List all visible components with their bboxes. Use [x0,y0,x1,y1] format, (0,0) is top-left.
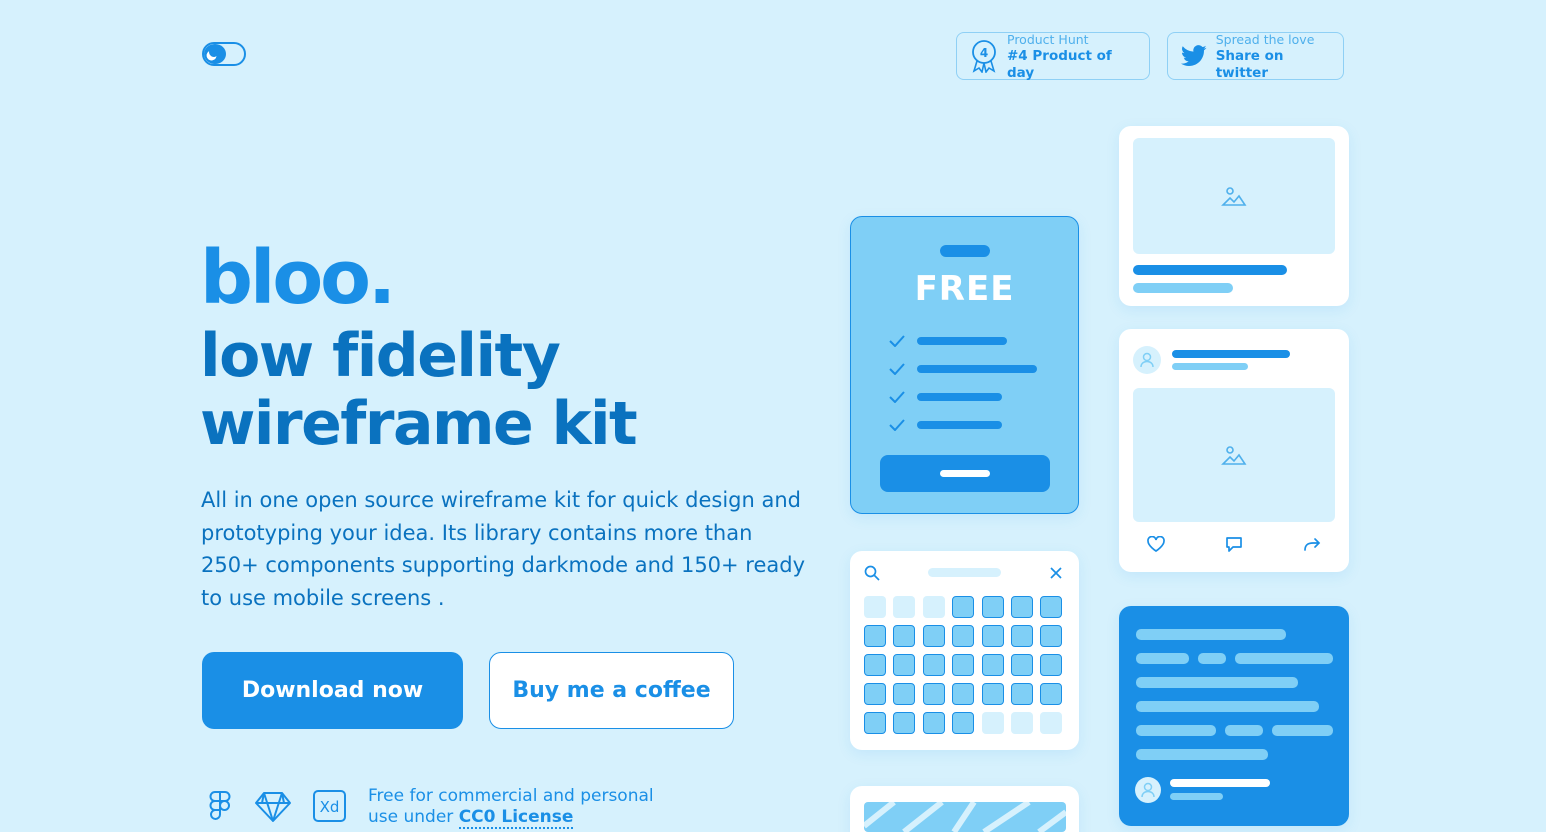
image-placeholder [1133,138,1335,254]
pricing-title: FREE [914,269,1015,309]
image-icon [1221,446,1247,465]
avatar [1135,777,1161,803]
image-card-preview [1119,126,1349,306]
text-card-preview [1119,606,1349,826]
adobe-xd-icon: Xd [312,788,348,824]
pricing-cta-placeholder [880,455,1050,492]
calendar-grid [864,596,1063,734]
brand-logo: bloo. [200,235,396,321]
check-icon [889,363,905,375]
comment-icon [1226,537,1242,552]
license-text: Free for commercial and personal use und… [368,786,654,829]
svg-text:Xd: Xd [320,798,340,816]
figma-icon [202,788,238,824]
sketch-icon [254,788,291,824]
search-icon [864,565,880,581]
check-row [889,360,1037,378]
twitter-label: Spread the love [1215,31,1315,47]
check-row [889,388,1002,406]
svg-text:4: 4 [980,46,988,60]
check-icon [889,335,905,347]
pricing-card-preview: FREE [850,216,1079,514]
user-icon [1141,782,1155,798]
cc0-license-link[interactable]: CC0 License [458,807,574,829]
award-icon: 4 [969,39,999,73]
product-hunt-badge[interactable]: 4 Product Hunt #4 Product of day [956,31,1150,81]
darkmode-toggle[interactable] [202,42,246,66]
map-icon [864,802,1066,832]
hero-description: All in one open source wireframe kit for… [201,488,806,610]
map-preview [850,786,1079,832]
headline-line-1: low fidelity [200,321,561,391]
headline-line-2: wireframe kit [200,389,638,459]
user-icon [1140,352,1154,368]
product-hunt-label: Product Hunt [1007,31,1089,47]
check-row [889,416,1002,434]
check-icon [889,419,905,431]
image-placeholder [1133,388,1335,522]
calendar-preview [850,551,1079,750]
social-post-preview [1119,329,1349,572]
avatar [1133,346,1161,374]
share-twitter-button[interactable]: Spread the love Share on twitter [1167,31,1344,81]
heart-icon [1147,536,1165,552]
buy-coffee-button[interactable]: Buy me a coffee [489,652,734,729]
twitter-icon [1180,39,1208,73]
moon-icon [208,46,220,58]
product-hunt-title: #4 Product of day [1007,47,1112,81]
download-button[interactable]: Download now [202,652,463,729]
close-icon [1050,567,1062,579]
share-icon [1304,538,1321,551]
check-row [889,332,1007,350]
twitter-title: Share on twitter [1215,47,1284,81]
page-title: low fidelity wireframe kit [200,321,638,459]
image-icon [1221,187,1247,206]
check-icon [889,391,905,403]
toggle-knob [204,44,226,64]
